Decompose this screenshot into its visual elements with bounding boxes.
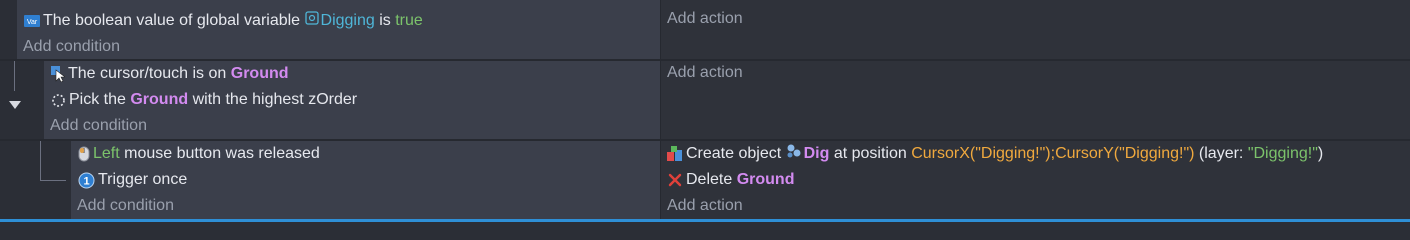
mouse-icon: [78, 146, 90, 162]
action-text: Create object Dig at position CursorX("D…: [686, 144, 1324, 162]
add-condition-link[interactable]: Add condition: [23, 34, 120, 60]
event-3: Left mouse button was released 1 Trigger…: [0, 141, 1410, 219]
create-object-icon: [667, 146, 683, 162]
tree-line: [40, 141, 41, 181]
conditions-panel[interactable]: The cursor/touch is on Ground Pick the G…: [44, 61, 661, 139]
trigger-once-icon: 1: [78, 172, 95, 189]
conditions-panel[interactable]: Left mouse button was released 1 Trigger…: [71, 141, 661, 219]
condition-row[interactable]: The cursor/touch is on Ground: [51, 61, 289, 87]
selection-bar: [0, 219, 1410, 222]
tree-line: [40, 180, 66, 181]
condition-row[interactable]: Left mouse button was released: [78, 141, 320, 167]
dig-object-icon: [786, 144, 802, 158]
conditions-panel[interactable]: Var The boolean value of global variable…: [17, 0, 661, 59]
svg-text:Var: Var: [27, 19, 38, 26]
add-action-link[interactable]: Add action: [667, 60, 743, 86]
add-condition-link[interactable]: Add condition: [77, 193, 174, 219]
action-text: Delete Ground: [686, 171, 795, 188]
condition-row[interactable]: Var The boolean value of global variable…: [24, 8, 423, 34]
global-variable-icon: [304, 11, 319, 25]
condition-text: Pick the Ground with the highest zOrder: [69, 91, 358, 108]
event-1: Var The boolean value of global variable…: [0, 0, 1410, 59]
cursor-on-object-icon: [51, 66, 65, 82]
condition-text: Trigger once: [98, 171, 188, 188]
condition-row[interactable]: 1 Trigger once: [78, 167, 187, 193]
delete-icon: [667, 172, 683, 188]
add-condition-link[interactable]: Add condition: [50, 113, 147, 139]
condition-text: The cursor/touch is on Ground: [68, 65, 289, 82]
condition-text: Left mouse button was released: [93, 145, 320, 162]
add-action-link[interactable]: Add action: [667, 6, 743, 32]
tree-line: [14, 61, 15, 91]
svg-text:1: 1: [83, 175, 89, 187]
event-2: The cursor/touch is on Ground Pick the G…: [0, 61, 1410, 139]
pick-dotted-circle-icon: [51, 93, 66, 108]
actions-panel[interactable]: Create object Dig at position CursorX("D…: [661, 141, 1410, 219]
condition-text: The boolean value of global variable Dig…: [43, 11, 423, 29]
add-action-link[interactable]: Add action: [667, 193, 743, 219]
actions-panel[interactable]: Add action: [661, 0, 1410, 59]
variable-icon: Var: [24, 15, 40, 27]
condition-row[interactable]: Pick the Ground with the highest zOrder: [51, 87, 357, 113]
action-row[interactable]: Delete Ground: [667, 167, 794, 193]
actions-panel[interactable]: Add action: [661, 61, 1410, 139]
action-row[interactable]: Create object Dig at position CursorX("D…: [667, 141, 1323, 167]
collapse-arrow-icon[interactable]: [8, 97, 22, 115]
